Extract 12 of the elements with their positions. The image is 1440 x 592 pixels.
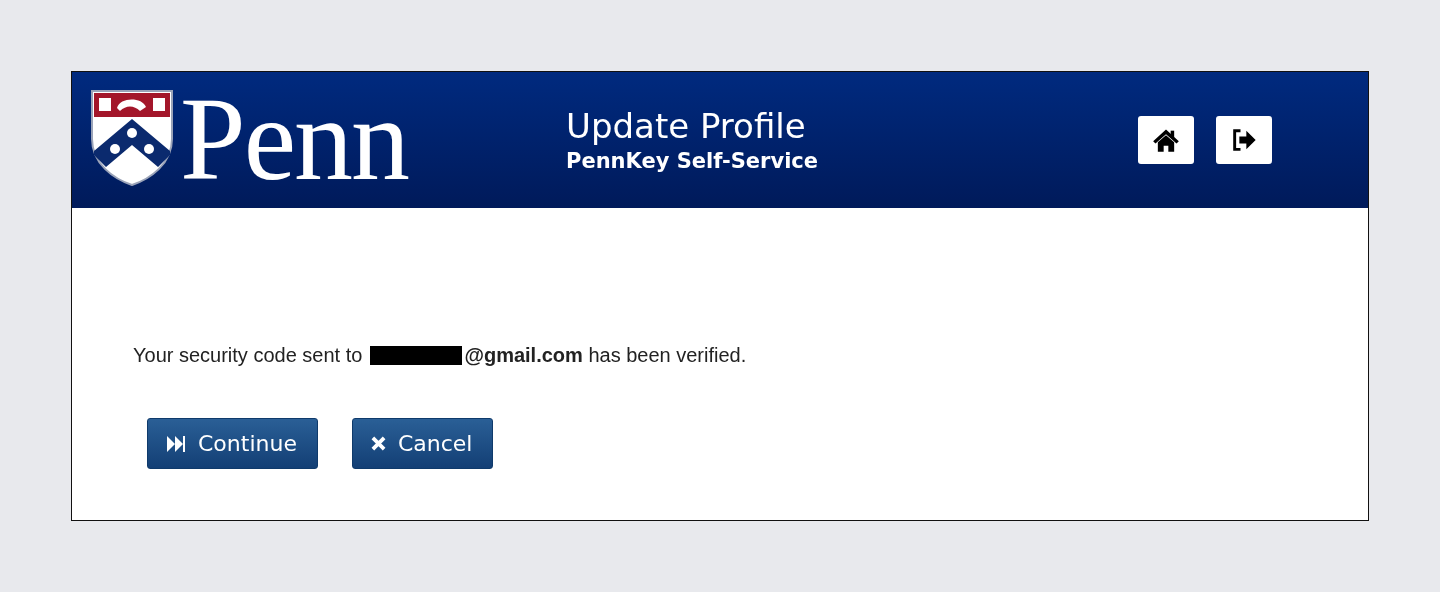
continue-button[interactable]: Continue	[147, 418, 318, 469]
shield-icon	[90, 89, 174, 187]
logout-icon[interactable]	[1216, 116, 1272, 164]
page-title: Update Profile	[566, 106, 807, 146]
close-icon	[370, 436, 386, 451]
page-subtitle: PennKey Self-Service	[566, 148, 820, 175]
logo-wordmark: Penn	[180, 90, 408, 190]
message-text: Your security code sent to	[133, 344, 363, 367]
home-icon[interactable]	[1138, 116, 1194, 164]
cancel-button[interactable]: Cancel	[351, 418, 494, 469]
message-text: @gmail.com has been verified.	[464, 344, 747, 367]
fast-forward-icon	[166, 434, 186, 453]
